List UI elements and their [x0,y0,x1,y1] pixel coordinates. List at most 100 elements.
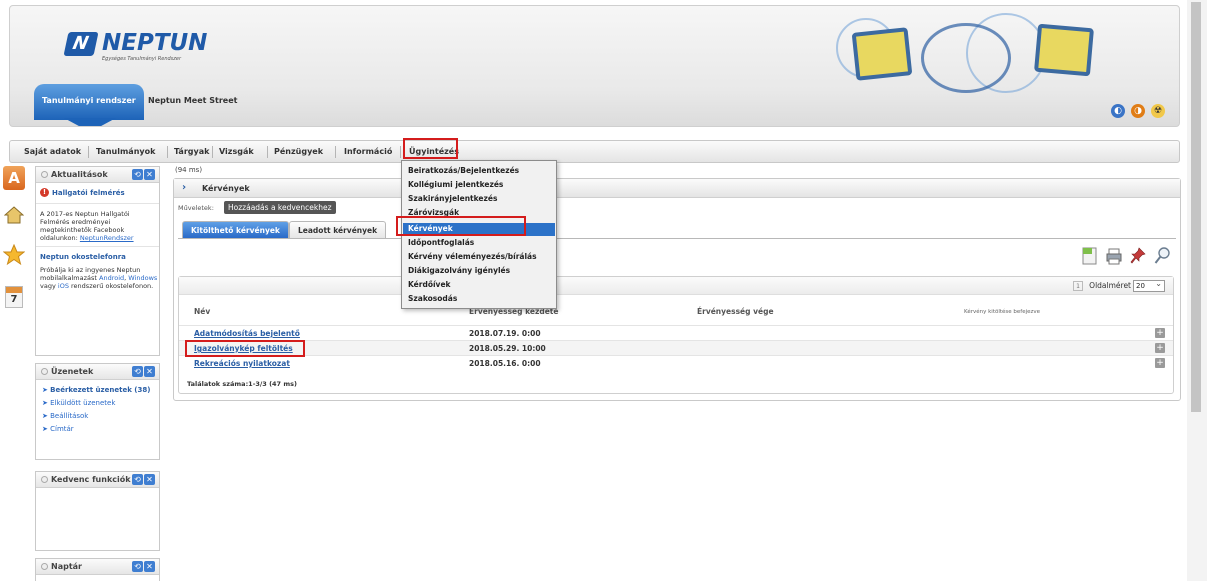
search-icon[interactable] [1154,247,1170,265]
row-start: 2018.05.16. 0:00 [469,359,541,368]
menu-item-vizsgak[interactable]: Vizsgák [219,147,254,156]
menu-item-tanulmanyok[interactable]: Tanulmányok [96,147,155,156]
row-start: 2018.05.29. 10:00 [469,344,546,353]
box-buttons: ⟲ ✕ [132,366,155,377]
msg-item-label: Címtár [50,425,74,433]
box-kedvenc-funkciok: Kedvenc funkciók ⟲ ✕ [35,471,160,551]
app-text: Próbálja ki az ingyenes Neptun mobilalka… [40,266,158,290]
figure-decoration [921,23,1011,93]
calendar-icon: 7 [10,294,18,305]
msg-item-label: Elküldött üzenetek [50,399,116,407]
app-text-or: vagy [40,282,56,290]
msg-item-sent[interactable]: ➤ Elküldött üzenetek [42,399,115,407]
menu-separator [335,146,336,158]
refresh-icon[interactable]: ⟲ [132,366,143,377]
col-header-befejezve[interactable]: Kérvény kitöltése befejezve [964,309,1040,315]
dropdown-item-szakosodas[interactable]: Szakosodás [408,294,457,303]
logo-tagline: Egységes Tanulmányi Rendszer [102,56,182,62]
app-text-end: rendszerű okostelefonon. [71,282,154,290]
neptun-logo[interactable]: NEPTUN Egységes Tanulmányi Rendszer [63,30,207,66]
header-banner: NEPTUN Egységes Tanulmányi Rendszer Tanu… [9,5,1180,127]
survey-title: Hallgatói felmérés [52,189,125,197]
side-icon-favorites[interactable] [2,243,26,266]
print-icon[interactable] [1106,247,1122,265]
table-row: Adatmódosítás bejelentő 2018.07.19. 0:00… [179,325,1173,340]
panel-header: › Kérvények [174,179,1180,198]
home-icon [3,206,25,224]
box-uzenetek: Üzenetek ⟲ ✕ ➤ Beérkezett üzenetek (38) ➤… [35,363,160,460]
side-icon-calendar[interactable]: 7 [5,286,23,308]
menu-separator [167,146,168,158]
arrow-icon: ➤ [42,412,48,420]
row-name-link[interactable]: Adatmódosítás bejelentő [194,329,300,338]
close-icon[interactable]: ✕ [144,366,155,377]
expand-plus-icon[interactable]: + [1155,343,1165,353]
dropdown-item-beiratkozas[interactable]: Beiratkozás/Bejelentkezés [408,166,519,175]
side-icon-home[interactable] [3,206,25,224]
side-icon-aktualitasok[interactable]: A [3,166,25,190]
survey-link[interactable]: NeptunRendszer [80,234,134,242]
menu-item-penzugyek[interactable]: Pénzügyek [274,147,323,156]
theme-icon[interactable]: ◑ [1131,104,1145,118]
menu-separator [88,146,89,158]
dropdown-item-idopontfoglalas[interactable]: Időpontfoglalás [408,238,474,247]
box-buttons: ⟲ ✕ [132,561,155,572]
android-link[interactable]: Android [99,274,124,282]
refresh-icon[interactable]: ⟲ [132,561,143,572]
bullet-icon [41,563,48,570]
app-text-body: Próbálja ki az ingyenes Neptun mobilalka… [40,266,141,282]
msg-item-settings[interactable]: ➤ Beállítások [42,412,88,420]
msg-item-inbox[interactable]: ➤ Beérkezett üzenetek (38) [42,386,150,394]
col-header-nev[interactable]: Név [194,307,210,316]
arrow-icon: ➤ [42,425,48,433]
bullet-icon [41,368,48,375]
pin-icon[interactable] [1130,247,1146,265]
windows-link[interactable]: Windows [128,274,157,282]
menu-item-sajat-adatok[interactable]: Saját adatok [24,147,81,156]
menu-separator [212,146,213,158]
accessibility-icon[interactable]: ☢ [1151,104,1165,118]
refresh-icon[interactable]: ⟲ [132,169,143,180]
dropdown-item-kollegiumi[interactable]: Kollégiumi jelentkezés [408,180,503,189]
ios-link[interactable]: iOS [58,282,69,290]
menu-item-informacio[interactable]: Információ [344,147,392,156]
tab-kitoltheto-kervenyek[interactable]: Kitölthető kérvények [182,221,289,238]
excel-export-icon[interactable] [1082,247,1098,265]
page-scrollbar[interactable] [1187,0,1207,581]
scrollbar-thumb[interactable] [1191,2,1201,412]
bullet-icon [41,171,48,178]
kervenyek-panel: › Kérvények Műveletek: Hozzáadás a kedve… [173,178,1181,401]
menu-item-targyak[interactable]: Tárgyak [174,147,209,156]
page-size-select[interactable]: 20 [1133,279,1165,292]
msg-item-directory[interactable]: ➤ Címtár [42,425,74,433]
box-aktualitasok: Aktualitások ⟲ ✕ ! Hallgatói felmérés A 2… [35,166,160,356]
box-header: Üzenetek ⟲ ✕ [36,364,159,380]
close-icon[interactable]: ✕ [144,561,155,572]
col-header-vege[interactable]: Érvényesség vége [697,307,774,316]
page-number[interactable]: 1 [1073,281,1083,291]
arrow-icon: ➤ [42,386,48,394]
page-size-label: Oldalméret [1089,281,1131,290]
timing-label: (94 ms) [175,166,203,174]
close-icon[interactable]: ✕ [144,474,155,485]
close-icon[interactable]: ✕ [144,169,155,180]
globe-icon[interactable]: ◐ [1111,104,1125,118]
dropdown-item-diakigazolvany[interactable]: Diákigazolvány igénylés [408,266,510,275]
box-naptar: Naptár ⟲ ✕ [35,558,160,581]
tab-leadott-kervenyek[interactable]: Leadott kérvények [289,221,387,238]
box-buttons: ⟲ ✕ [132,169,155,180]
dropdown-item-szakirany[interactable]: Szakirányjelentkezés [408,194,497,203]
refresh-icon[interactable]: ⟲ [132,474,143,485]
dropdown-item-velemenyezes[interactable]: Kérvény véleményezés/bírálás [408,252,537,261]
meet-street-link[interactable]: Neptun Meet Street [148,96,237,105]
expand-plus-icon[interactable]: + [1155,328,1165,338]
dropdown-item-kerdoivek[interactable]: Kérdőívek [408,280,451,289]
table-toolbar: 1 Oldalméret 20 [179,277,1173,295]
system-tab[interactable]: Tanulmányi rendszer [34,84,144,126]
add-to-favorites-button[interactable]: Hozzáadás a kedvencekhez [224,201,336,214]
row-name-link[interactable]: Rekreációs nyilatkozat [194,359,290,368]
expand-plus-icon[interactable]: + [1155,358,1165,368]
picture-frame-right [1034,23,1094,77]
picture-frame-left [851,27,913,81]
chevron-right-icon: › [182,182,187,193]
